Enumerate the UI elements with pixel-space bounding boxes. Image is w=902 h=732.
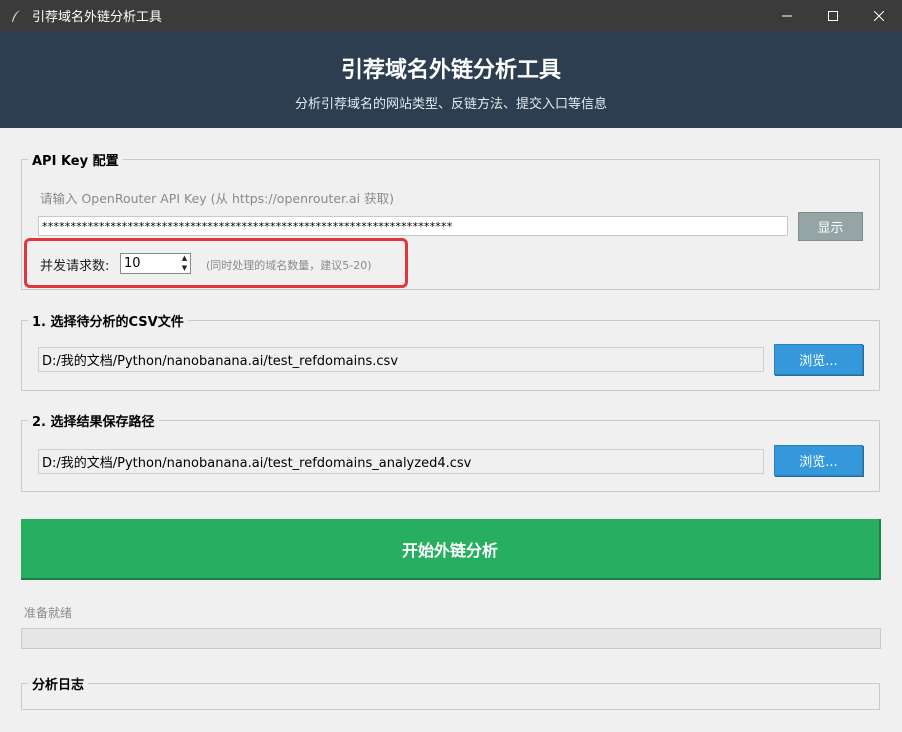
status-text: 准备就绪 (24, 606, 73, 620)
log-section: 分析日志 (21, 674, 880, 710)
highlight-box (24, 238, 408, 288)
api-key-input[interactable]: ****************************************… (38, 216, 788, 236)
input-file-legend: 1. 选择待分析的CSV文件 (32, 315, 184, 330)
page-title: 引荐域名外链分析工具 (340, 58, 561, 83)
start-analysis-button[interactable]: 开始外链分析 (21, 519, 881, 580)
log-legend: 分析日志 (32, 678, 85, 693)
api-key-hint: 请输入 OpenRouter API Key (从 https://openro… (40, 191, 394, 206)
output-file-path[interactable]: D:/我的文档/Python/nanobanana.ai/test_refdom… (38, 449, 764, 474)
minimize-icon[interactable] (764, 0, 810, 31)
api-key-legend: API Key 配置 (32, 154, 119, 169)
window-titlebar: 引荐域名外链分析工具 (0, 0, 902, 31)
maximize-icon[interactable] (810, 0, 856, 31)
browse-input-button[interactable]: 浏览... (774, 344, 863, 375)
close-icon[interactable] (856, 0, 902, 31)
window-title: 引荐域名外链分析工具 (32, 10, 163, 25)
app-header: 引荐域名外链分析工具 分析引荐域名的网站类型、反链方法、提交入口等信息 (0, 31, 902, 128)
progress-bar (21, 628, 881, 649)
browse-output-button[interactable]: 浏览... (774, 445, 863, 476)
show-key-button[interactable]: 显示 (798, 212, 863, 241)
page-subtitle: 分析引荐域名的网站类型、反链方法、提交入口等信息 (294, 97, 607, 112)
output-file-legend: 2. 选择结果保存路径 (32, 415, 155, 430)
input-file-path[interactable]: D:/我的文档/Python/nanobanana.ai/test_refdom… (38, 347, 764, 372)
feather-icon (8, 8, 24, 24)
